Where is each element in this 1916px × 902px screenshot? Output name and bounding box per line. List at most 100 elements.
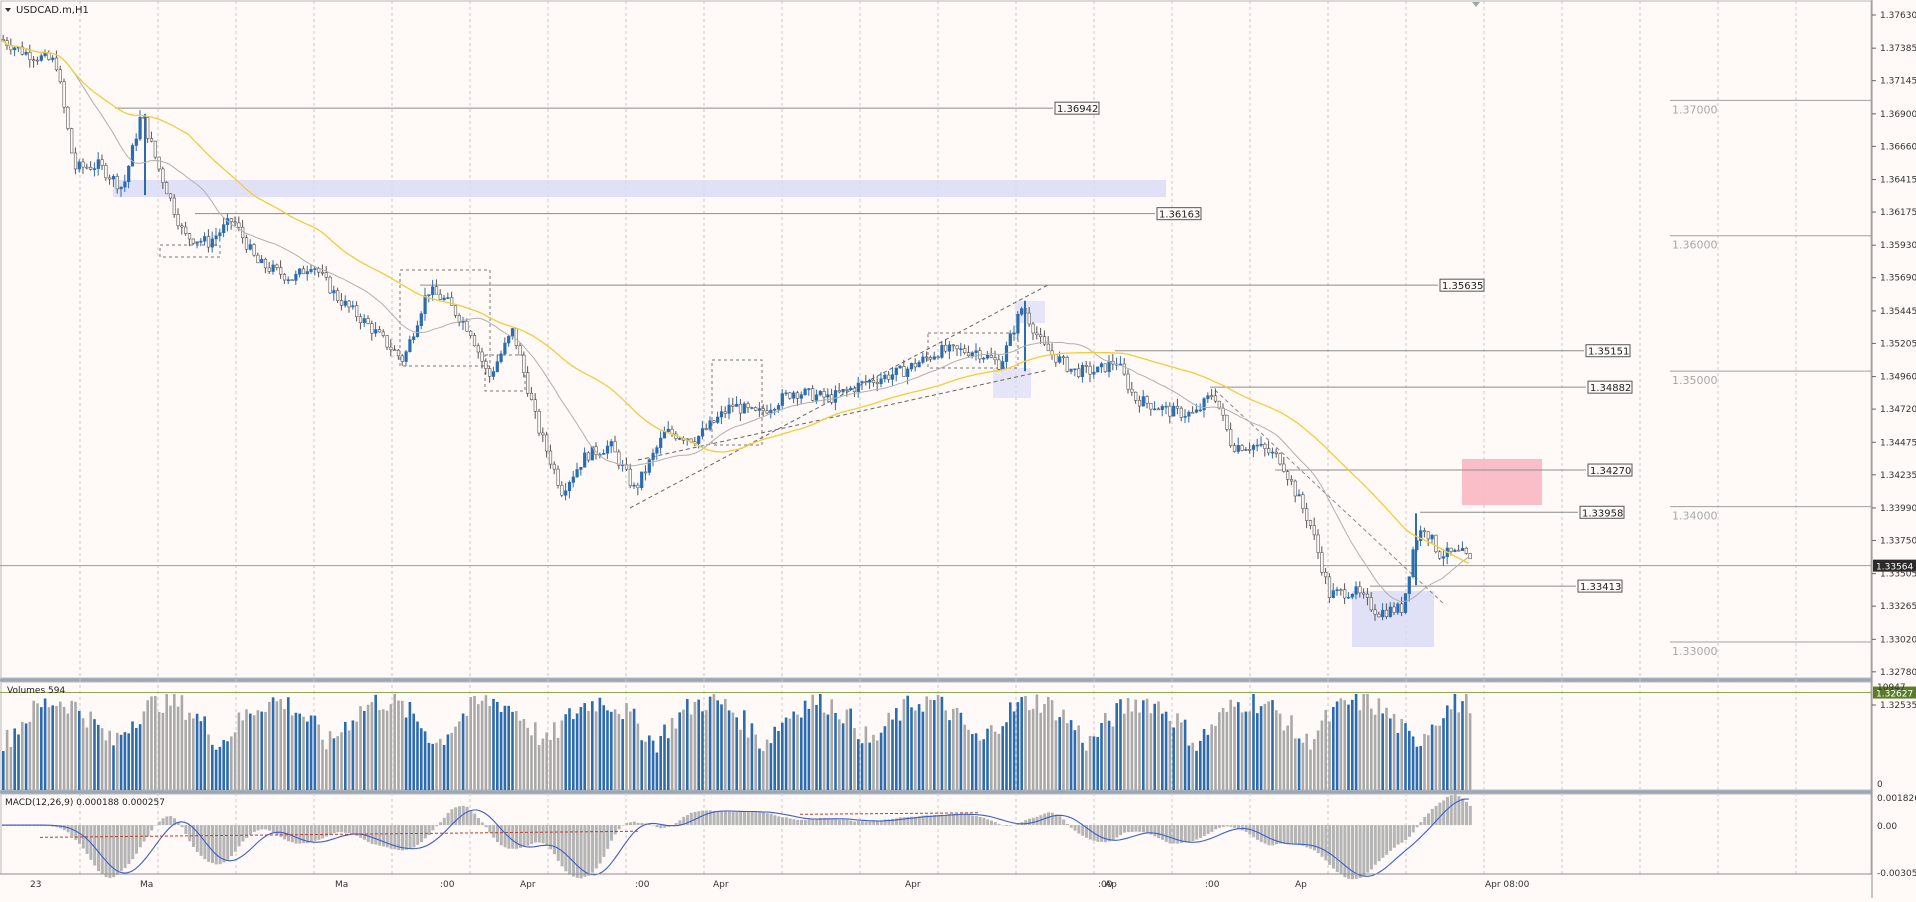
candle-bull <box>918 362 921 367</box>
macd-histogram-bar <box>1423 817 1426 825</box>
volume-bar-up <box>895 708 898 790</box>
macd-histogram-bar <box>1317 825 1320 853</box>
price-tick-label: 1.33265 <box>1880 602 1916 612</box>
candle-bear <box>1104 364 1107 372</box>
macd-histogram-bar <box>690 813 693 825</box>
candle-bull <box>861 382 864 383</box>
candle-bear <box>956 346 959 349</box>
macd-histogram-bar <box>1207 825 1210 834</box>
candle-bull <box>40 56 43 61</box>
macd-histogram-bar <box>340 825 343 832</box>
volume-bar-up <box>416 722 419 790</box>
volume-bar-up <box>591 701 594 790</box>
candle-bear <box>1283 464 1286 472</box>
macd-histogram-bar <box>758 812 761 825</box>
volume-bar-down <box>1176 713 1179 790</box>
volume-bar-up <box>834 713 837 790</box>
volume-bar-up <box>1256 713 1259 790</box>
volume-bar-down <box>283 709 286 790</box>
volume-bar-up <box>507 706 510 790</box>
macd-histogram-bar <box>1024 820 1027 825</box>
volume-bar-down <box>629 712 632 790</box>
volume-bar-up <box>1237 702 1240 790</box>
candle-bear <box>89 167 92 169</box>
macd-histogram-bar <box>348 825 351 833</box>
volume-bar-up <box>1074 730 1077 790</box>
volume-bar-up <box>599 698 602 790</box>
volume-bar-up <box>211 745 214 790</box>
candle-bull <box>785 393 788 394</box>
volume-bar-down <box>1051 700 1054 790</box>
macd-histogram-bar <box>808 819 811 825</box>
volume-bar-down <box>169 706 172 790</box>
volume-bar-up <box>1119 699 1122 790</box>
chart-canvas[interactable]: 1.370001.360001.350001.340001.33000 1.36… <box>0 0 1916 898</box>
volume-bar-down <box>101 728 104 790</box>
volume-bar-down <box>998 734 1001 790</box>
candle-bear <box>1309 521 1312 526</box>
macd-histogram-bar <box>249 825 252 835</box>
candle-bull <box>333 290 336 292</box>
volume-bar-up <box>758 749 761 790</box>
macd-histogram-bar <box>789 819 792 826</box>
volume-bar-up <box>621 719 624 790</box>
price-tick-label: 1.34475 <box>1880 438 1916 448</box>
volume-bar-down <box>268 702 271 790</box>
macd-histogram-bar <box>929 816 932 825</box>
candle-bull <box>899 366 902 368</box>
macd-histogram-bar <box>751 812 754 825</box>
volume-bar-down <box>435 743 438 790</box>
macd-histogram-bar <box>496 825 499 842</box>
macd-histogram-bar <box>944 815 947 825</box>
volume-bar-down <box>1450 709 1453 790</box>
volume-bar-up <box>352 720 355 790</box>
macd-histogram-bar <box>1191 825 1194 841</box>
macd-histogram-bar <box>735 812 738 825</box>
volume-bar-down <box>257 710 260 790</box>
macd-histogram-bar <box>1408 825 1411 837</box>
candle-bear <box>1469 553 1472 558</box>
volume-bar-up <box>1020 697 1023 790</box>
volume-bar-up <box>405 718 408 790</box>
volume-bar-down <box>1362 694 1365 790</box>
candle-bear <box>1264 444 1267 448</box>
macd-histogram-bar <box>732 812 735 825</box>
volume-bar-down <box>1241 712 1244 790</box>
candle-bear <box>629 469 632 486</box>
candle-bear <box>1400 604 1403 613</box>
candle-bear <box>1328 577 1331 598</box>
candle-bear <box>846 389 849 390</box>
candle-bull <box>1142 397 1145 406</box>
volume-bar-up <box>120 735 123 790</box>
level-label: 1.35635 <box>1442 281 1483 292</box>
volume-bar-up <box>728 710 731 790</box>
volume-bar-down <box>488 706 491 790</box>
macd-histogram-bar <box>63 825 66 830</box>
candle-bear <box>439 294 442 299</box>
candle-bear <box>614 442 617 452</box>
macd-histogram-bar <box>629 822 632 825</box>
candle-bear <box>1180 408 1183 417</box>
price-pane[interactable] <box>1 1 1871 678</box>
candle-bull <box>583 453 586 467</box>
macd-histogram-bar <box>1138 825 1141 832</box>
volume-bar-down <box>1313 739 1316 790</box>
candle-bull <box>1100 364 1103 367</box>
macd-histogram-bar <box>458 806 461 825</box>
volume-bar-up <box>1199 741 1202 790</box>
price-axis[interactable]: 1.376301.373851.371451.369001.366601.364… <box>1872 11 1916 711</box>
macd-histogram-bar <box>131 825 134 859</box>
price-tick-label: 1.32535 <box>1880 701 1916 711</box>
volume-bar-up <box>420 728 423 790</box>
candle-bear <box>1229 429 1232 445</box>
volume-bar-down <box>637 723 640 790</box>
volume-bar-down <box>390 704 393 790</box>
macd-histogram-bar <box>572 825 575 877</box>
macd-histogram-bar <box>492 825 495 838</box>
volume-bar-up <box>572 719 575 790</box>
macd-histogram-bar <box>838 820 841 825</box>
chart-window[interactable]: 1.370001.360001.350001.340001.33000 1.36… <box>0 0 1916 898</box>
time-axis[interactable]: 23MaMa:00Apr:00AprApr:00Ap:00ApApr 08:00 <box>0 874 1872 890</box>
volume-bar-up <box>462 713 465 790</box>
macd-histogram-bar <box>1009 825 1012 826</box>
